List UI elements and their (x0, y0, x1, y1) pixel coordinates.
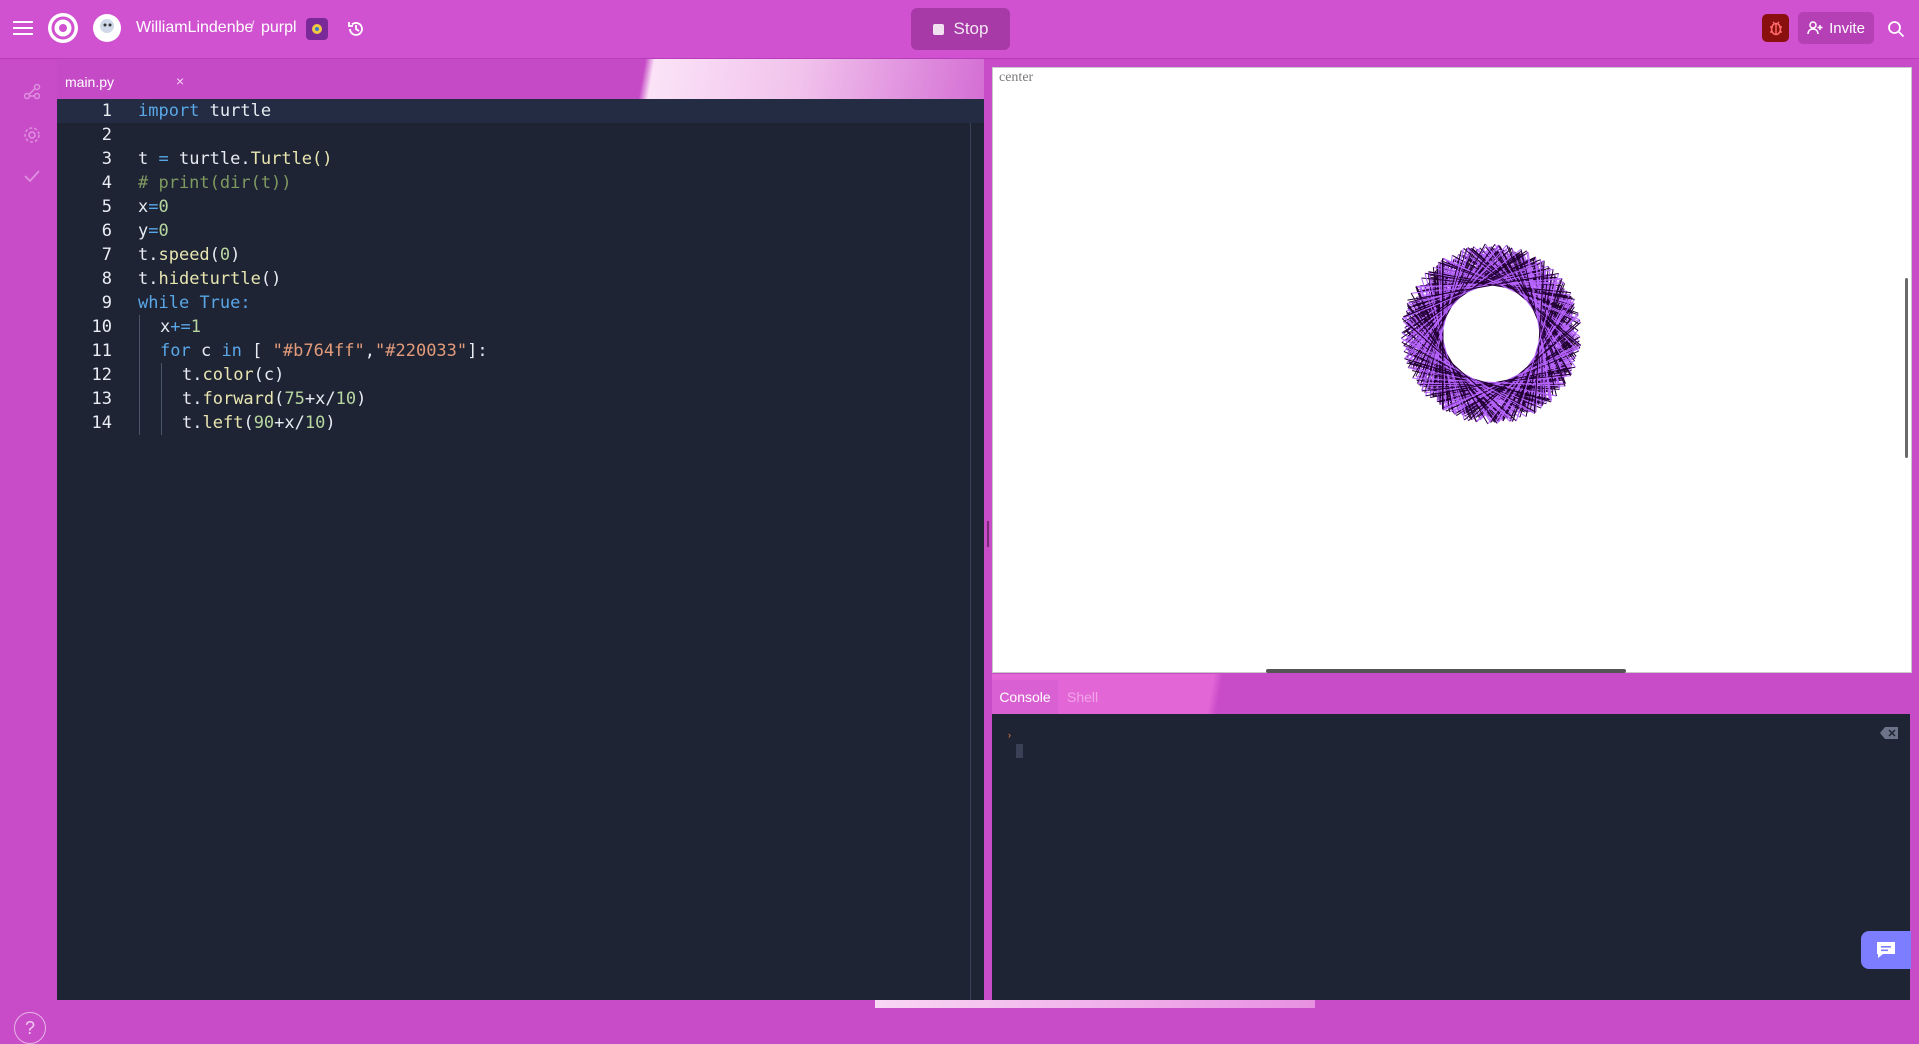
code-line[interactable]: 10 x+=1 (57, 315, 984, 339)
code-line[interactable]: 3 t = turtle.Turtle() (57, 147, 984, 171)
code-line[interactable]: 8 t.hideturtle() (57, 267, 984, 291)
stop-button-label: Stop (954, 19, 989, 39)
chat-button[interactable] (1861, 931, 1911, 969)
code-text: t.forward(75+x/10) (182, 389, 366, 409)
avatar[interactable] (92, 13, 122, 43)
checkmark-icon[interactable] (18, 162, 46, 190)
code-text: for c in [ "#b764ff","#220033"]: (160, 341, 488, 361)
tab-shell[interactable]: Shell (1067, 689, 1098, 705)
line-number: 1 (57, 101, 112, 121)
code-line[interactable]: 4 # print(dir(t)) (57, 171, 984, 195)
line-number: 8 (57, 269, 112, 289)
code-text: t.hideturtle() (138, 269, 281, 289)
tab-close-icon[interactable]: × (176, 73, 184, 89)
code-line[interactable]: 9 while True: (57, 291, 984, 315)
line-number: 12 (57, 365, 112, 385)
help-button[interactable]: ? (14, 1012, 46, 1044)
stop-button[interactable]: Stop (911, 8, 1010, 50)
turtle-drawing (1391, 234, 1591, 434)
line-number: 4 (57, 173, 112, 193)
editor-tab-bar: main.py × (57, 59, 984, 99)
code-text: t.left(90+x/10) (182, 413, 336, 433)
stop-icon (933, 24, 944, 35)
line-number: 9 (57, 293, 112, 313)
console-tab-bar: Console Shell (992, 674, 1910, 714)
debugger-button[interactable] (1762, 14, 1789, 42)
line-number: 10 (57, 317, 112, 337)
line-number: 6 (57, 221, 112, 241)
turtle-output-canvas[interactable]: center (992, 67, 1912, 673)
code-line[interactable]: 5 x=0 (57, 195, 984, 219)
clear-console-icon[interactable] (1880, 726, 1898, 738)
code-text: t = turtle.Turtle() (138, 149, 333, 169)
line-number: 11 (57, 341, 112, 361)
line-number: 3 (57, 149, 112, 169)
horizontal-scrollbar[interactable] (1266, 669, 1626, 673)
canvas-label: center (999, 70, 1033, 86)
left-rail: ? (0, 59, 56, 1008)
tab-main-py[interactable]: main.py (65, 74, 114, 90)
breadcrumb-user[interactable]: WilliamLindenbe (136, 19, 253, 37)
code-line[interactable]: 1 import turtle (57, 99, 984, 123)
console-prompt: › (1008, 730, 1014, 736)
code-line[interactable]: 6 y=0 (57, 219, 984, 243)
search-icon[interactable] (1884, 17, 1908, 41)
menu-icon[interactable] (12, 17, 34, 39)
chat-icon (1875, 940, 1897, 960)
code-text: x+=1 (160, 317, 201, 337)
invite-button-label: Invite (1829, 20, 1865, 37)
code-text: y=0 (138, 221, 169, 241)
history-icon[interactable] (344, 17, 368, 41)
code-comment: # print(dir(t)) (138, 173, 292, 193)
code-line[interactable]: 14 t.left(90+x/10) (57, 411, 984, 435)
tab-console[interactable]: Console (992, 680, 1058, 714)
code-text: x=0 (138, 197, 169, 217)
console-cursor (1016, 744, 1023, 758)
line-number: 5 (57, 197, 112, 217)
code-editor[interactable]: 1 import turtle 2 3 t = turtle.Turtle() … (57, 99, 984, 1000)
code-line[interactable]: 12 t.color(c) (57, 363, 984, 387)
add-user-icon (1807, 20, 1823, 36)
code-text: t.speed(0) (138, 245, 240, 265)
code-text: import turtle (138, 101, 271, 121)
console-panel[interactable]: › (992, 714, 1910, 1000)
invite-button[interactable]: Invite (1798, 12, 1874, 44)
repl-icon[interactable] (306, 18, 328, 40)
line-number: 14 (57, 413, 112, 433)
code-line[interactable]: 11 for c in [ "#b764ff","#220033"]: (57, 339, 984, 363)
code-text: while True: (138, 293, 251, 313)
replit-logo-icon[interactable] (47, 12, 79, 44)
top-bar: WilliamLindenbe / purpl Stop Invite (0, 0, 1919, 59)
line-number: 2 (57, 125, 112, 145)
code-line[interactable]: 13 t.forward(75+x/10) (57, 387, 984, 411)
bug-icon (1767, 19, 1785, 37)
decorative-strip (875, 1000, 1315, 1008)
breadcrumb-separator: / (250, 19, 254, 37)
code-text: t.color(c) (182, 365, 284, 385)
settings-gear-icon[interactable] (18, 121, 46, 149)
code-line[interactable]: 7 t.speed(0) (57, 243, 984, 267)
vertical-scrollbar[interactable] (1905, 278, 1908, 458)
pane-resize-handle[interactable] (987, 521, 989, 547)
version-control-icon[interactable] (18, 77, 46, 105)
line-number: 13 (57, 389, 112, 409)
breadcrumb-repl-name[interactable]: purpl (261, 19, 297, 37)
code-line[interactable]: 2 (57, 123, 984, 147)
line-number: 7 (57, 245, 112, 265)
